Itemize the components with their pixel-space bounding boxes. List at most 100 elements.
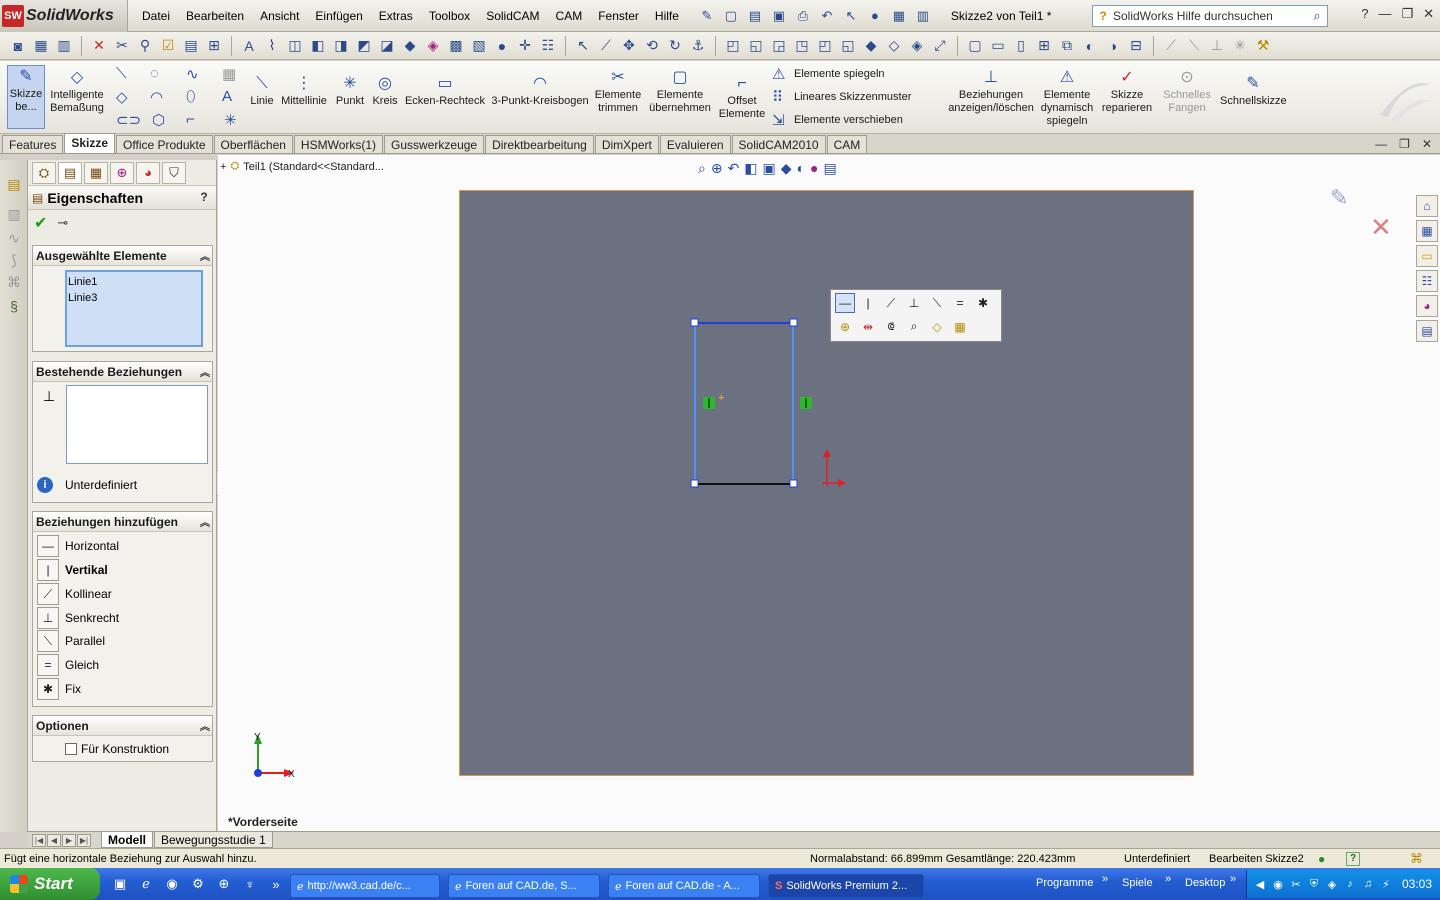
zoom-fit-icon[interactable]: ⌕	[698, 160, 706, 177]
circle-button[interactable]: ◎ Kreis	[369, 73, 401, 108]
dimension-tool-icon[interactable]: ⇹	[858, 317, 878, 337]
mirror-entities-label[interactable]: Elemente spiegeln	[794, 68, 885, 80]
appearances-icon[interactable]: ◕	[1416, 295, 1438, 317]
doc-minimize-icon[interactable]: —	[1375, 137, 1387, 151]
custom-properties-icon[interactable]: ▤	[1416, 320, 1438, 342]
tab-cam[interactable]: CAM	[826, 135, 868, 153]
minimize-icon[interactable]: —	[1378, 6, 1391, 22]
cube-left-icon[interactable]: ◨	[331, 36, 351, 56]
collinear-relation-icon[interactable]: ⟋	[881, 293, 901, 313]
toolbar-chevron-icon[interactable]: »	[1230, 873, 1236, 885]
vertical-relation-icon[interactable]: |	[858, 293, 878, 313]
rebuild-icon[interactable]: ●	[865, 6, 885, 26]
tray-power-icon[interactable]: ⚡	[1379, 877, 1393, 891]
mirror-icon[interactable]: ⚠	[772, 65, 785, 83]
spline-small-icon[interactable]: ∿	[186, 65, 199, 83]
tab-dimxpert[interactable]: DimXpert	[594, 135, 659, 153]
relation-vertical[interactable]: | Vertikal	[37, 559, 108, 581]
open-folder-icon[interactable]: ▤	[745, 6, 765, 26]
last-tab-icon[interactable]: ▶|	[77, 833, 91, 847]
move-entities-icon[interactable]: ⇲	[772, 111, 785, 129]
select-chain-icon[interactable]: ⊕	[835, 317, 855, 337]
toolbar-icon[interactable]: ▦	[31, 36, 51, 56]
link-views-icon[interactable]: ⧉	[1057, 36, 1077, 56]
hidden-lines-icon[interactable]: ⟋	[1161, 36, 1181, 56]
collinear-icon[interactable]: ⟋	[37, 583, 59, 605]
feature-tree-tab-icon[interactable]: ⛭	[32, 161, 56, 184]
normal-to-icon[interactable]: ⤢	[930, 36, 950, 56]
fix-relation-icon[interactable]: ✱	[973, 293, 993, 313]
sketch-plane[interactable]: +	[459, 190, 1194, 776]
settings-icon[interactable]: ⚙	[188, 874, 208, 894]
cube-edges-icon[interactable]: ◪	[377, 36, 397, 56]
selected-entities-header[interactable]: Ausgewählte Elemente ︽	[33, 246, 212, 266]
sketch-point[interactable]	[690, 318, 699, 327]
line-small-icon[interactable]: ⟍	[116, 65, 127, 82]
color-icon[interactable]: ◈	[423, 36, 443, 56]
select-icon[interactable]: ↖	[841, 6, 861, 26]
relation-parallel[interactable]: ⟍ Parallel	[37, 630, 105, 652]
grid-small-icon[interactable]: ▦	[222, 65, 236, 83]
sketch-point[interactable]	[789, 479, 798, 488]
internet-explorer-icon[interactable]: ℯ	[136, 874, 156, 894]
tray-back-icon[interactable]: ◀	[1253, 877, 1267, 891]
view-top-icon[interactable]: ◰	[815, 36, 835, 56]
close-icon[interactable]: ✕	[1423, 6, 1434, 22]
construction-checkbox[interactable]	[65, 743, 77, 755]
cancel-corner-icon[interactable]: ✕	[1370, 212, 1392, 243]
line-pick-icon[interactable]: ⟋	[596, 36, 616, 56]
menu-cam[interactable]: CAM	[548, 0, 591, 32]
axis-icon[interactable]: ⊥	[1207, 36, 1227, 56]
texture-icon[interactable]: ▩	[446, 36, 466, 56]
equal-icon[interactable]: =	[37, 654, 59, 676]
display-icon[interactable]: ◑	[1103, 36, 1123, 56]
menu-einfuegen[interactable]: Einfügen	[307, 0, 370, 32]
surface-icon[interactable]: ⌇	[262, 36, 282, 56]
existing-relations-list[interactable]	[66, 385, 208, 464]
vertical-icon[interactable]: |	[37, 559, 59, 581]
more-icon[interactable]: »	[266, 874, 286, 894]
quick-snaps-button[interactable]: ⊙ Schnelles Fangen	[1160, 67, 1214, 115]
cube-back-icon[interactable]: ◧	[308, 36, 328, 56]
tag-strip-icon[interactable]: ⌘	[4, 272, 24, 292]
linear-pattern-icon[interactable]: ⠿	[772, 88, 783, 106]
taskbar-item-solidworks[interactable]: S SolidWorks Premium 2...	[768, 874, 924, 898]
collapse-icon[interactable]: ︽	[198, 718, 212, 733]
configuration-tab-icon[interactable]: ▦	[84, 161, 108, 184]
slot-small-icon[interactable]: ⊂⊃	[116, 111, 141, 129]
quick-tips-icon[interactable]: ⌘	[1410, 851, 1423, 867]
menu-bearbeiten[interactable]: Bearbeiten	[178, 0, 252, 32]
move-entities-label[interactable]: Elemente verschieben	[794, 114, 903, 126]
toolbar-programme[interactable]: Programme	[1036, 877, 1093, 889]
view-orientation-icon[interactable]: ▣	[763, 160, 776, 177]
fix-icon[interactable]: ✱	[37, 678, 59, 700]
scissors-icon[interactable]: ✂	[112, 36, 132, 56]
toolbar-chevron-icon[interactable]: »	[1165, 873, 1171, 885]
ellipse-small-icon[interactable]: ⬯	[186, 88, 195, 105]
file-properties-icon[interactable]: ▦	[889, 6, 909, 26]
undo-icon[interactable]: ↶	[817, 6, 837, 26]
point-button[interactable]: ✳ Punkt	[333, 73, 367, 108]
cam-tab-icon[interactable]: ⛉	[162, 161, 186, 184]
display-tab-icon[interactable]: ◕	[136, 161, 160, 184]
section-view-icon[interactable]: ◧	[744, 160, 757, 177]
corner-rectangle-button[interactable]: ▭ Ecken-Rechteck	[404, 73, 486, 108]
relation-label[interactable]: Senkrecht	[65, 611, 119, 625]
help-button[interactable]: ?	[196, 190, 212, 206]
view-front-icon[interactable]: ◰	[723, 36, 743, 56]
perpendicular-relation-icon[interactable]: ⊥	[904, 293, 924, 313]
add-icon[interactable]: ⊞	[204, 36, 224, 56]
scene-icon[interactable]: ▤	[824, 160, 837, 177]
relation-fix[interactable]: ✱ Fix	[37, 678, 81, 700]
display-relations-button[interactable]: ⊥ Beziehungen anzeigen/löschen	[946, 67, 1036, 115]
tools-icon[interactable]: ⚒	[1253, 36, 1273, 56]
trim-entities-button[interactable]: ✂ Elemente trimmen	[594, 67, 642, 115]
view-dimetric-icon[interactable]: ◈	[907, 36, 927, 56]
pin-icon[interactable]: ✎	[697, 6, 717, 26]
equal-relation-icon[interactable]: =	[950, 293, 970, 313]
anchor-icon[interactable]: ⚓	[688, 36, 708, 56]
tab-motion-study[interactable]: Bewegungsstudie 1	[154, 832, 273, 848]
perpendicular-icon[interactable]: ⊥	[37, 607, 59, 629]
taskbar-item-ie-3[interactable]: ℯ Foren auf CAD.de - A...	[608, 874, 760, 898]
tray-tool-icon[interactable]: ✂	[1289, 877, 1303, 891]
